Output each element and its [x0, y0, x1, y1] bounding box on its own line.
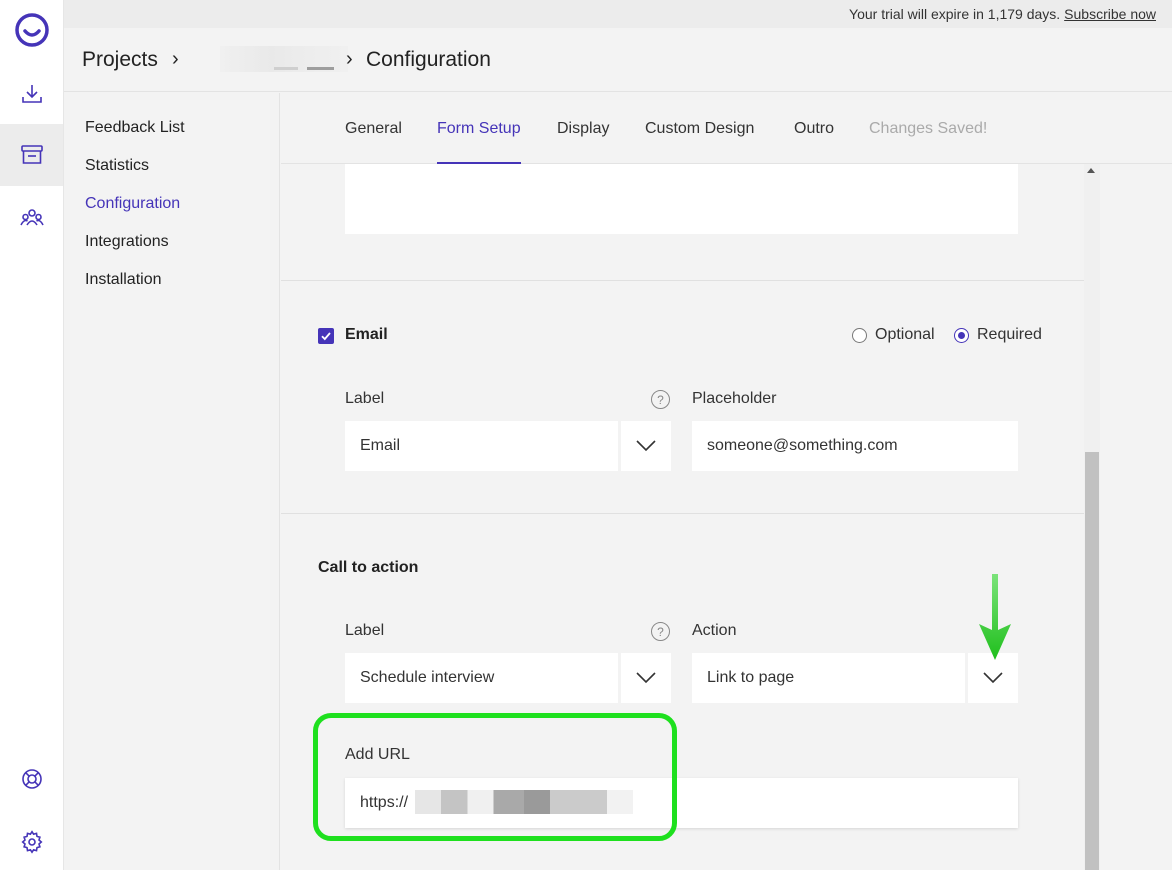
- breadcrumb-projects[interactable]: Projects: [82, 48, 158, 72]
- cta-section-title: Call to action: [318, 559, 419, 576]
- breadcrumb-project-name-redacted[interactable]: [220, 46, 348, 72]
- optional-label[interactable]: Optional: [875, 326, 935, 344]
- tab-custom-design[interactable]: Custom Design: [645, 120, 754, 138]
- inbox-icon[interactable]: [0, 124, 63, 186]
- optional-radio[interactable]: [852, 328, 867, 343]
- cta-label-caption: Label: [345, 622, 385, 639]
- download-icon[interactable]: [0, 63, 63, 125]
- email-section-title: Email: [345, 326, 388, 343]
- form-setup-panel: Email Optional Required Label ? Placehol…: [281, 164, 1084, 870]
- required-label[interactable]: Required: [977, 326, 1042, 344]
- help-icon[interactable]: ?: [651, 622, 670, 641]
- help-icon[interactable]: ?: [651, 390, 670, 409]
- previous-textarea[interactable]: [345, 164, 1018, 234]
- trial-text: Your trial will expire in 1,179 days.: [849, 6, 1061, 22]
- required-radio[interactable]: [954, 328, 969, 343]
- logo-icon[interactable]: [14, 12, 50, 48]
- section-divider: [281, 513, 1084, 514]
- email-placeholder-caption: Placeholder: [692, 390, 777, 407]
- project-sidebar: Feedback List Statistics Configuration I…: [64, 93, 280, 870]
- sidebar-item-feedback-list[interactable]: Feedback List: [85, 119, 185, 137]
- lifebuoy-icon[interactable]: [0, 748, 63, 810]
- sidebar-item-statistics[interactable]: Statistics: [85, 157, 149, 175]
- email-label-caption: Label: [345, 390, 385, 407]
- email-label-input[interactable]: Email: [345, 421, 618, 471]
- sidebar-item-configuration[interactable]: Configuration: [85, 195, 180, 213]
- subscribe-link[interactable]: Subscribe now: [1064, 6, 1156, 22]
- breadcrumb: Projects › › Configuration: [64, 28, 1172, 92]
- scrollbar-thumb[interactable]: [1085, 452, 1099, 870]
- cta-label-dropdown[interactable]: [621, 653, 671, 703]
- tab-display[interactable]: Display: [557, 120, 609, 138]
- cta-action-select[interactable]: Link to page: [692, 653, 965, 703]
- cta-label-input[interactable]: Schedule interview: [345, 653, 618, 703]
- trial-notice: Your trial will expire in 1,179 days. Sub…: [849, 6, 1156, 22]
- email-enabled-checkbox[interactable]: [318, 328, 334, 344]
- team-icon[interactable]: [0, 187, 63, 249]
- config-tabs: General Form Setup Display Custom Design…: [281, 93, 1172, 164]
- icon-rail: [0, 0, 64, 870]
- gear-icon[interactable]: [0, 811, 63, 870]
- chevron-right-icon: ›: [346, 48, 353, 70]
- email-placeholder-input[interactable]: someone@something.com: [692, 421, 1018, 471]
- chevron-down-icon: [983, 672, 1003, 684]
- email-label-dropdown[interactable]: [621, 421, 671, 471]
- chevron-down-icon: [636, 672, 656, 684]
- tab-outro[interactable]: Outro: [794, 120, 834, 138]
- sidebar-item-installation[interactable]: Installation: [85, 271, 162, 289]
- check-icon: [321, 332, 331, 341]
- save-status: Changes Saved!: [869, 120, 988, 137]
- arrow-down-icon: [979, 574, 1011, 660]
- sidebar-item-integrations[interactable]: Integrations: [85, 233, 169, 251]
- cta-action-caption: Action: [692, 622, 737, 639]
- section-divider: [281, 280, 1084, 281]
- tab-form-setup[interactable]: Form Setup: [437, 120, 521, 164]
- chevron-down-icon: [636, 440, 656, 452]
- chevron-right-icon: ›: [172, 48, 179, 70]
- highlight-annotation: [313, 713, 677, 841]
- page-title: Configuration: [366, 48, 491, 71]
- trial-banner: Your trial will expire in 1,179 days. Sub…: [64, 0, 1172, 28]
- tab-general[interactable]: General: [345, 120, 402, 138]
- scroll-up-icon[interactable]: [1087, 168, 1095, 173]
